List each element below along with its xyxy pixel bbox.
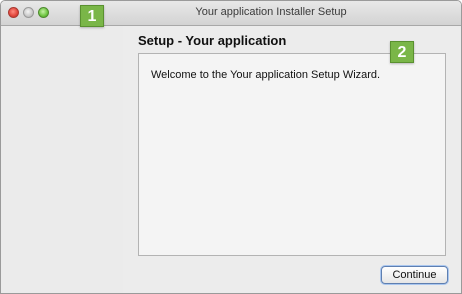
title-bar[interactable]: Your application Installer Setup	[1, 1, 461, 26]
window-title: Your application Installer Setup	[195, 6, 347, 18]
continue-button[interactable]: Continue	[381, 266, 448, 284]
annotation-badge-1: 1	[80, 5, 104, 27]
sidebar-panel	[1, 26, 123, 293]
zoom-window-icon[interactable]	[38, 7, 49, 18]
close-window-icon[interactable]	[8, 7, 19, 18]
welcome-text: Welcome to the Your application Setup Wi…	[151, 69, 381, 81]
annotation-badge-2: 2	[390, 41, 414, 63]
page-title: Setup - Your application	[138, 33, 287, 48]
minimize-window-icon[interactable]	[23, 7, 34, 18]
content-panel: Welcome to the Your application Setup Wi…	[138, 53, 446, 256]
